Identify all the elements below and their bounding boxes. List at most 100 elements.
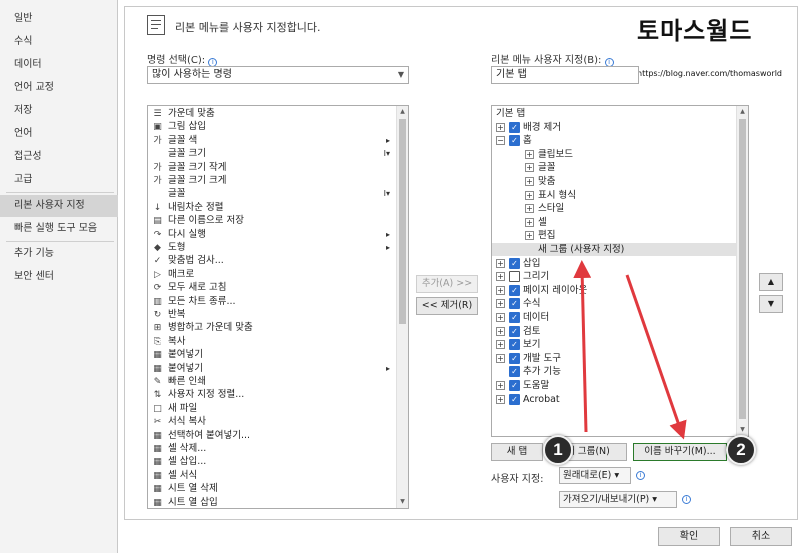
nav-item-proofing[interactable]: 언어 교정	[0, 77, 118, 99]
tab-checkbox[interactable]: ✓	[509, 339, 520, 351]
expand-icon[interactable]: +	[496, 285, 505, 295]
expand-icon[interactable]: +	[525, 204, 534, 214]
tree-group-item[interactable]: 새 그룹 (사용자 지정)	[492, 243, 736, 256]
expand-icon[interactable]: +	[525, 190, 534, 200]
nav-item-add-ins[interactable]: 추가 기능	[0, 243, 118, 265]
command-item[interactable]: ⟳ 모두 새로 고침	[148, 282, 408, 294]
nav-item-general[interactable]: 일반	[0, 8, 118, 30]
command-item[interactable]: ↷ 다시 실행 ▸	[148, 229, 408, 241]
new-tab-button[interactable]: 새 탭	[491, 443, 543, 461]
scroll-up-icon[interactable]: ▲	[397, 106, 408, 118]
command-item[interactable]: ✎ 빠른 인쇄	[148, 376, 408, 388]
command-item[interactable]: ⊞ 병합하고 가운데 맞춤	[148, 322, 408, 334]
command-item[interactable]: ↻ 반복	[148, 309, 408, 321]
tree-group-item[interactable]: + 편집	[492, 229, 736, 242]
expand-icon[interactable]: +	[496, 353, 505, 363]
expand-icon[interactable]: +	[525, 217, 534, 227]
move-up-button[interactable]: ▲	[759, 273, 783, 291]
tab-checkbox[interactable]: ✓	[509, 366, 520, 378]
tree-tab-item[interactable]: + ✓ 보기	[492, 338, 736, 351]
nav-item-customize-ribbon[interactable]: 리본 사용자 지정	[0, 195, 118, 217]
tree-group-item[interactable]: + 클립보드	[492, 148, 736, 161]
tree-tab-item[interactable]: − ✓ 홈	[492, 134, 736, 147]
expand-icon[interactable]: +	[496, 299, 505, 309]
tree-group-item[interactable]: + 맞춤	[492, 175, 736, 188]
tree-tab-item[interactable]: + ✓ 페이지 레이아웃	[492, 284, 736, 297]
remove-button[interactable]: << 제거(R)	[416, 297, 478, 315]
cancel-button[interactable]: 취소	[730, 527, 792, 546]
choose-commands-dropdown[interactable]: 많이 사용하는 명령 ▼	[147, 66, 409, 84]
command-item[interactable]: ▦ 붙여넣기	[148, 349, 408, 361]
expand-icon[interactable]: +	[496, 272, 505, 282]
tree-tab-item[interactable]: + ✓ 도움말	[492, 379, 736, 392]
tree-group-item[interactable]: + 글꼴	[492, 161, 736, 174]
command-item[interactable]: ▦ 시트 열 삭제	[148, 483, 408, 495]
command-item[interactable]: ✂ 서식 복사	[148, 416, 408, 428]
ok-button[interactable]: 확인	[658, 527, 720, 546]
command-item[interactable]: ⎘ 복사	[148, 336, 408, 348]
add-button[interactable]: 추가(A) >>	[416, 275, 478, 293]
tab-checkbox[interactable]: ✓	[509, 298, 520, 310]
ribbon-tabs-dropdown[interactable]: 기본 탭	[491, 66, 639, 84]
tree-tab-item[interactable]: + ✓ 검토	[492, 325, 736, 338]
command-item[interactable]: 가 글꼴 크기 작게	[148, 162, 408, 174]
command-item[interactable]: ▦ 셀 서식	[148, 470, 408, 482]
commands-scrollbar[interactable]: ▲ ▼	[396, 106, 408, 508]
expand-icon[interactable]: +	[525, 231, 534, 241]
command-item[interactable]: ✓ 맞춤법 검사...	[148, 255, 408, 267]
nav-item-data[interactable]: 데이터	[0, 54, 118, 76]
command-item[interactable]: ▣ 그림 삽입	[148, 121, 408, 133]
reset-dropdown[interactable]: 원래대로(E) ▾	[559, 467, 631, 484]
nav-item-quick-access-toolbar[interactable]: 빠른 실행 도구 모음	[0, 218, 118, 240]
tree-tab-item[interactable]: + ✓그리기	[492, 270, 736, 283]
tab-checkbox[interactable]: ✓	[509, 393, 520, 405]
nav-item-formulas[interactable]: 수식	[0, 31, 118, 53]
nav-item-accessibility[interactable]: 접근성	[0, 146, 118, 168]
ribbon-tree-scrollbar[interactable]: ▲ ▼	[736, 106, 748, 436]
commands-list[interactable]: ☰ 가운데 맞춤 ▣ 그림 삽입 가 글꼴 색 ▸ 글꼴 크기 I▾ 가 글꼴 크기 작게 가 글꼴 크…	[147, 105, 409, 509]
expand-icon[interactable]: +	[496, 381, 505, 390]
expand-icon[interactable]: +	[496, 394, 505, 404]
scroll-thumb[interactable]	[399, 119, 406, 324]
tab-checkbox[interactable]: ✓	[509, 135, 520, 147]
tab-checkbox[interactable]: ✓	[509, 380, 520, 391]
tree-tab-item[interactable]: + ✓ 개발 도구	[492, 352, 736, 365]
command-item[interactable]: □ 새 파일	[148, 403, 408, 415]
command-item[interactable]: ▦ 셀 삽입...	[148, 456, 408, 468]
tab-checkbox[interactable]: ✓	[509, 121, 520, 133]
expand-icon[interactable]: +	[496, 313, 505, 322]
rename-button[interactable]: 이름 바꾸기(M)...	[633, 443, 727, 461]
command-item[interactable]: ↓ 내림차순 정렬	[148, 202, 408, 214]
tree-group-item[interactable]: + 표시 형식	[492, 189, 736, 202]
command-item[interactable]: ⇅ 사용자 지정 정렬...	[148, 389, 408, 401]
expand-icon[interactable]: +	[496, 258, 505, 268]
command-item[interactable]: 글꼴 크기 I▾	[148, 148, 408, 160]
expand-icon[interactable]: +	[525, 177, 534, 186]
expand-icon[interactable]: +	[525, 163, 534, 173]
tree-tab-item[interactable]: + ✓ 삽입	[492, 257, 736, 270]
command-item[interactable]: ☰ 가운데 맞춤	[148, 108, 408, 120]
ribbon-tree[interactable]: 기본 탭 + ✓ 배경 제거 − ✓ 홈 + 클립보드 + 글꼴 + 맞춤 + 표시 형식 + 스타일 + 셀 + 편집…	[491, 105, 749, 437]
expand-icon[interactable]: +	[496, 326, 505, 336]
command-item[interactable]: 글꼴 I▾	[148, 188, 408, 200]
tree-group-item[interactable]: + 스타일	[492, 202, 736, 215]
tab-checkbox[interactable]: ✓	[509, 325, 520, 337]
command-item[interactable]: 가 글꼴 크기 크게	[148, 175, 408, 187]
scroll-up-icon[interactable]: ▲	[737, 106, 748, 118]
command-item[interactable]: ▦ 선택하여 붙여넣기...	[148, 430, 408, 442]
tab-checkbox[interactable]: ✓	[509, 284, 520, 296]
tree-tab-item[interactable]: + ✓ 배경 제거	[492, 121, 736, 134]
scroll-thumb[interactable]	[739, 119, 746, 419]
tab-checkbox[interactable]: ✓	[509, 312, 520, 323]
command-item[interactable]: ▤ 다른 이름으로 저장	[148, 215, 408, 227]
tree-tab-item[interactable]: ✓ 추가 기능	[492, 365, 736, 378]
command-item[interactable]: ▦ 시트 열 삽입	[148, 497, 408, 508]
tree-tab-item[interactable]: + ✓ 수식	[492, 297, 736, 310]
tree-group-item[interactable]: + 셀	[492, 216, 736, 229]
expand-icon[interactable]: +	[496, 340, 505, 350]
command-item[interactable]: ▦ 붙여넣기 ▸	[148, 363, 408, 375]
nav-item-language[interactable]: 언어	[0, 123, 118, 145]
import-export-dropdown[interactable]: 가져오기/내보내기(P) ▾	[559, 491, 677, 508]
tree-tab-item[interactable]: + ✓ Acrobat	[492, 393, 736, 406]
tab-checkbox[interactable]: ✓	[509, 271, 520, 283]
